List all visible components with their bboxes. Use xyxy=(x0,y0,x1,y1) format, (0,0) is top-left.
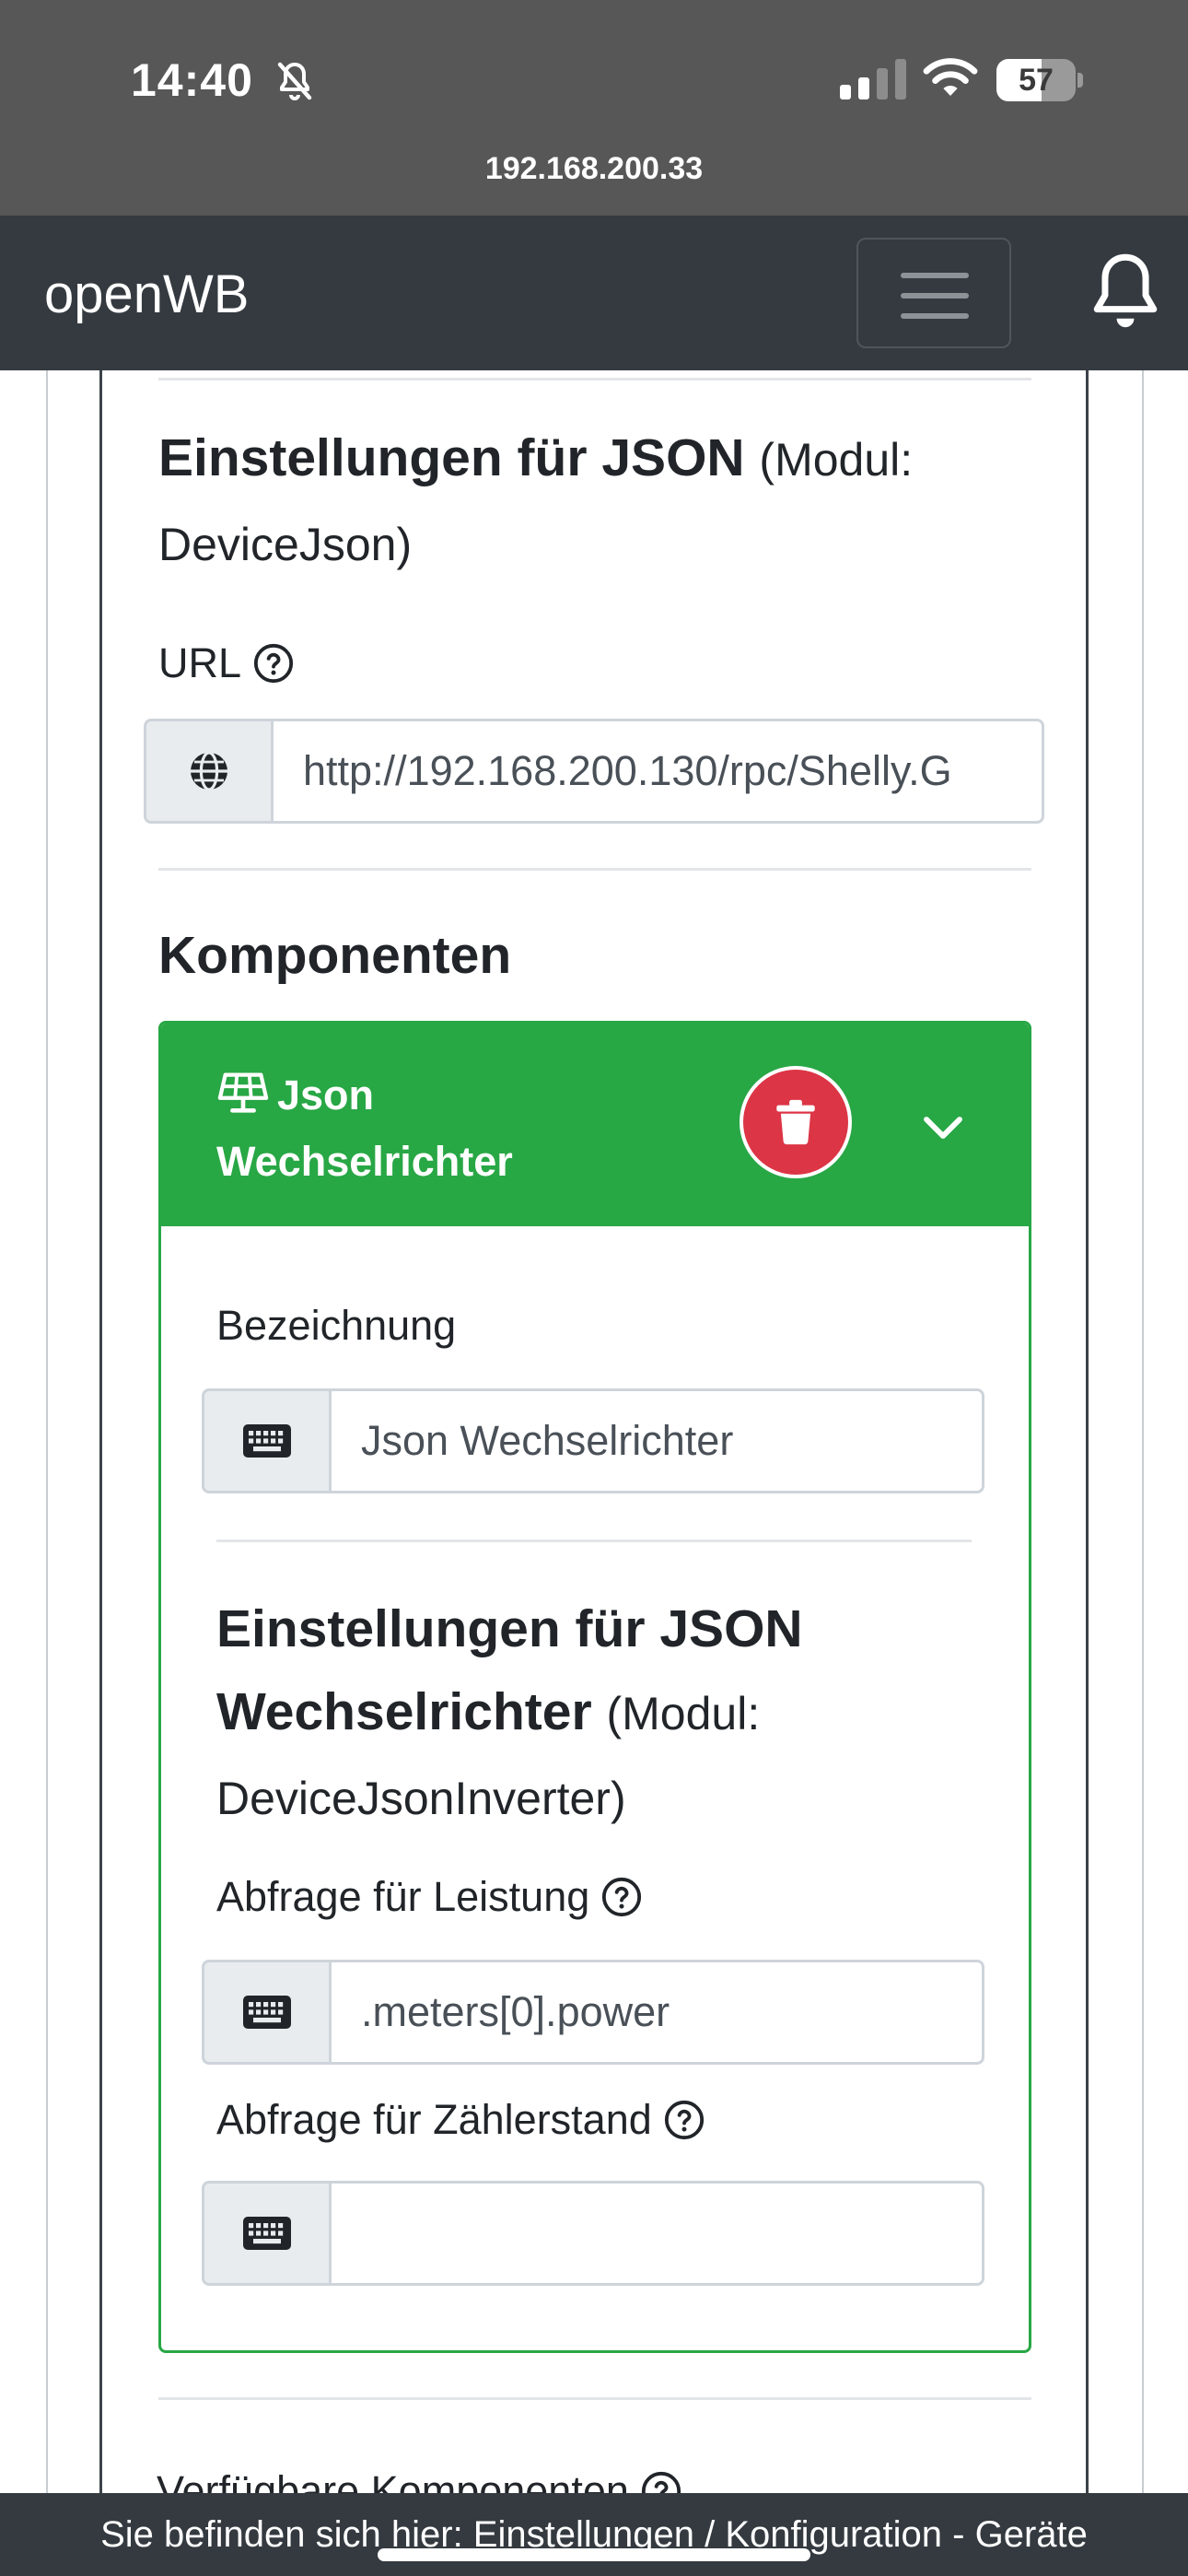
browser-url[interactable]: 192.168.200.33 xyxy=(0,151,1188,187)
bell-icon[interactable] xyxy=(1087,249,1164,334)
navbar: openWB xyxy=(0,216,1188,370)
container-border-left xyxy=(46,370,48,2493)
url-input-group: http://192.168.200.130/rpc/Shelly.G xyxy=(144,719,1044,824)
power-input-group: .meters[0].power xyxy=(202,1960,984,2065)
component-card: Json Wechselrichter Bezeichnung Json Wec… xyxy=(158,1021,1031,2353)
device-settings-heading: Einstellungen für JSON (Modul: DeviceJso… xyxy=(158,416,1031,586)
page-content: Einstellungen für JSON (Modul: DeviceJso… xyxy=(0,370,1188,2493)
device-settings-heading-module: (Modul: xyxy=(759,434,914,486)
keyboard-icon xyxy=(242,1424,291,1458)
name-input[interactable]: Json Wechselrichter xyxy=(329,1388,984,1493)
battery-indicator: 57 xyxy=(996,59,1083,101)
question-circle-icon[interactable] xyxy=(252,642,295,685)
delete-component-button[interactable] xyxy=(740,1066,852,1178)
available-components-label: Verfügbare Komponenten xyxy=(157,2467,682,2493)
component-settings-heading-module-name: DeviceJsonInverter) xyxy=(216,1773,626,1824)
component-settings-heading-module: (Modul: xyxy=(606,1688,761,1739)
url-label-text: URL xyxy=(158,639,242,686)
power-query-label-text: Abfrage für Leistung xyxy=(216,1873,590,1920)
breadcrumb-footer: Sie befinden sich hier: Einstellungen / … xyxy=(0,2493,1188,2576)
container-border-right xyxy=(1142,370,1144,2493)
solar-panel-icon xyxy=(217,1072,269,1113)
divider xyxy=(158,868,1031,871)
keyboard-icon xyxy=(242,1996,291,2029)
chevron-down-icon[interactable] xyxy=(918,1103,968,1153)
name-prepend xyxy=(202,1388,329,1493)
name-label: Bezeichnung xyxy=(216,1302,456,1350)
power-prepend xyxy=(202,1960,329,2065)
power-query-input[interactable]: .meters[0].power xyxy=(329,1960,984,2065)
navbar-brand[interactable]: openWB xyxy=(44,263,249,325)
power-query-label: Abfrage für Leistung xyxy=(216,1873,643,1921)
keyboard-icon xyxy=(242,2217,291,2250)
counter-prepend xyxy=(202,2181,329,2286)
wifi-icon xyxy=(923,58,978,96)
component-settings-heading-title2: Wechselrichter xyxy=(216,1682,592,1741)
battery-level: 57 xyxy=(1019,63,1054,98)
divider xyxy=(158,2397,1031,2400)
ios-status-bar: 14:40 57 192.168.200.33 xyxy=(0,0,1188,216)
divider xyxy=(216,1540,972,1542)
home-indicator[interactable] xyxy=(378,2548,810,2561)
url-label: URL xyxy=(158,639,295,687)
component-title-line2: Wechselrichter xyxy=(216,1138,513,1185)
question-circle-icon[interactable] xyxy=(600,1876,643,1918)
component-settings-heading-title: Einstellungen für JSON xyxy=(216,1599,803,1658)
name-label-text: Bezeichnung xyxy=(216,1302,457,1349)
url-input[interactable]: http://192.168.200.130/rpc/Shelly.G xyxy=(271,719,1044,824)
name-input-group: Json Wechselrichter xyxy=(202,1388,984,1493)
components-heading: Komponenten xyxy=(158,914,511,997)
device-settings-heading-module-name: DeviceJson) xyxy=(158,519,413,570)
navbar-toggler-button[interactable] xyxy=(856,238,1011,348)
divider xyxy=(158,378,1031,381)
counter-query-input[interactable] xyxy=(329,2181,984,2286)
counter-query-label: Abfrage für Zählerstand xyxy=(216,2096,705,2144)
available-components-label-text: Verfügbare Komponenten xyxy=(157,2467,629,2493)
components-heading-text: Komponenten xyxy=(158,926,512,985)
component-settings-heading: Einstellungen für JSON Wechselrichter (M… xyxy=(216,1587,1008,1840)
question-circle-icon[interactable] xyxy=(640,2470,682,2493)
counter-query-label-text: Abfrage für Zählerstand xyxy=(216,2096,652,2143)
status-time: 14:40 xyxy=(131,54,253,106)
component-title-line1: Json xyxy=(277,1071,375,1118)
question-circle-icon[interactable] xyxy=(663,2099,705,2141)
bell-slash-icon xyxy=(277,62,312,100)
counter-input-group xyxy=(202,2181,984,2286)
device-settings-heading-title: Einstellungen für JSON xyxy=(158,428,745,487)
globe-icon xyxy=(190,751,227,791)
component-card-header[interactable]: Json Wechselrichter xyxy=(161,1024,1029,1226)
component-title: Json Wechselrichter xyxy=(216,1062,513,1195)
url-prepend xyxy=(144,719,271,824)
trash-icon xyxy=(776,1099,815,1145)
cellular-signal-icon xyxy=(840,59,906,100)
